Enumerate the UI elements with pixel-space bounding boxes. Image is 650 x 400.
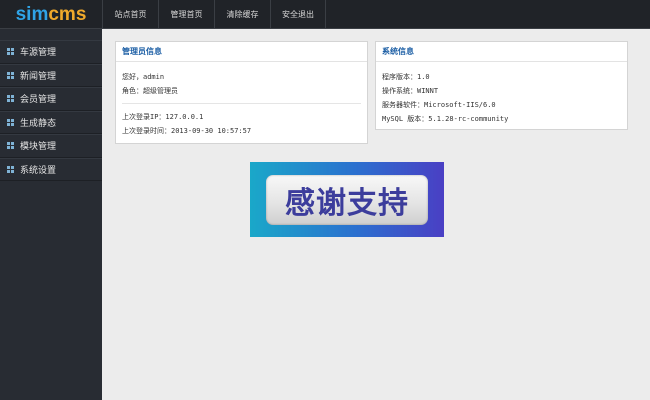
top-bar: sim cms 站点首页 管理首页 清除缓存 安全退出 bbox=[0, 0, 650, 29]
admin-info-panel: 管理员信息 您好，admin 角色：超级管理员 上次登录IP：127.0.0.1… bbox=[115, 41, 368, 144]
panel-title: 系统信息 bbox=[376, 42, 627, 62]
top-nav: 站点首页 管理首页 清除缓存 安全退出 bbox=[102, 0, 326, 29]
panel-title: 管理员信息 bbox=[116, 42, 367, 62]
banner-plate: 感谢支持 bbox=[266, 174, 428, 225]
program-version: 程序版本：1.0 bbox=[382, 73, 430, 81]
nav-site-home[interactable]: 站点首页 bbox=[102, 0, 158, 29]
sidebar-item-label: 车源管理 bbox=[20, 48, 57, 59]
sidebar-item-label: 会员管理 bbox=[20, 95, 57, 106]
admin-role: 角色：超级管理员 bbox=[122, 87, 178, 95]
sidebar-item-news[interactable]: 新闻管理 bbox=[0, 63, 102, 87]
grid-icon bbox=[7, 142, 14, 150]
grid-icon bbox=[7, 71, 14, 79]
sidebar-item-members[interactable]: 会员管理 bbox=[0, 87, 102, 111]
logo-part-cms: cms bbox=[48, 3, 87, 25]
app-logo[interactable]: sim cms bbox=[0, 0, 102, 29]
panel-body: 您好，admin 角色：超级管理员 上次登录IP：127.0.0.1 上次登录时… bbox=[116, 62, 367, 138]
mysql-version: MySQL 版本：5.1.28-rc-community bbox=[382, 115, 509, 123]
sidebar-item-label: 生成静态 bbox=[20, 118, 57, 129]
server-software: 服务器软件：Microsoft-IIS/6.0 bbox=[382, 101, 496, 109]
sidebar-item-label: 模块管理 bbox=[20, 142, 57, 153]
operating-system: 操作系统：WINNT bbox=[382, 87, 439, 95]
sidebar: 车源管理 新闻管理 会员管理 生成静态 模块管理 系统设置 bbox=[0, 29, 102, 400]
sidebar-item-label: 新闻管理 bbox=[20, 71, 57, 82]
last-login-time: 上次登录时间：2013-09-30 10:57:57 bbox=[122, 127, 252, 135]
panel-body: 程序版本：1.0 操作系统：WINNT 服务器软件：Microsoft-IIS/… bbox=[376, 62, 627, 126]
nav-logout[interactable]: 安全退出 bbox=[270, 0, 326, 29]
admin-greeting: 您好，admin bbox=[122, 73, 165, 81]
grid-icon bbox=[7, 165, 14, 173]
sidebar-item-modules[interactable]: 模块管理 bbox=[0, 134, 102, 158]
grid-icon bbox=[7, 118, 14, 126]
logo-part-sim: sim bbox=[15, 3, 49, 25]
thanks-banner: 感谢支持 bbox=[250, 162, 444, 237]
last-login-ip: 上次登录IP：127.0.0.1 bbox=[122, 113, 204, 121]
sidebar-item-label: 系统设置 bbox=[20, 165, 57, 176]
grid-icon bbox=[7, 48, 14, 56]
divider bbox=[122, 103, 361, 104]
sidebar-item-settings[interactable]: 系统设置 bbox=[0, 157, 102, 181]
nav-clear-cache[interactable]: 清除缓存 bbox=[214, 0, 270, 29]
sidebar-item-generate-static[interactable]: 生成静态 bbox=[0, 110, 102, 134]
grid-icon bbox=[7, 95, 14, 103]
system-info-panel: 系统信息 程序版本：1.0 操作系统：WINNT 服务器软件：Microsoft… bbox=[375, 41, 628, 130]
banner-text: 感谢支持 bbox=[285, 185, 409, 221]
sidebar-item-car-source[interactable]: 车源管理 bbox=[0, 40, 102, 64]
nav-admin-home[interactable]: 管理首页 bbox=[158, 0, 214, 29]
